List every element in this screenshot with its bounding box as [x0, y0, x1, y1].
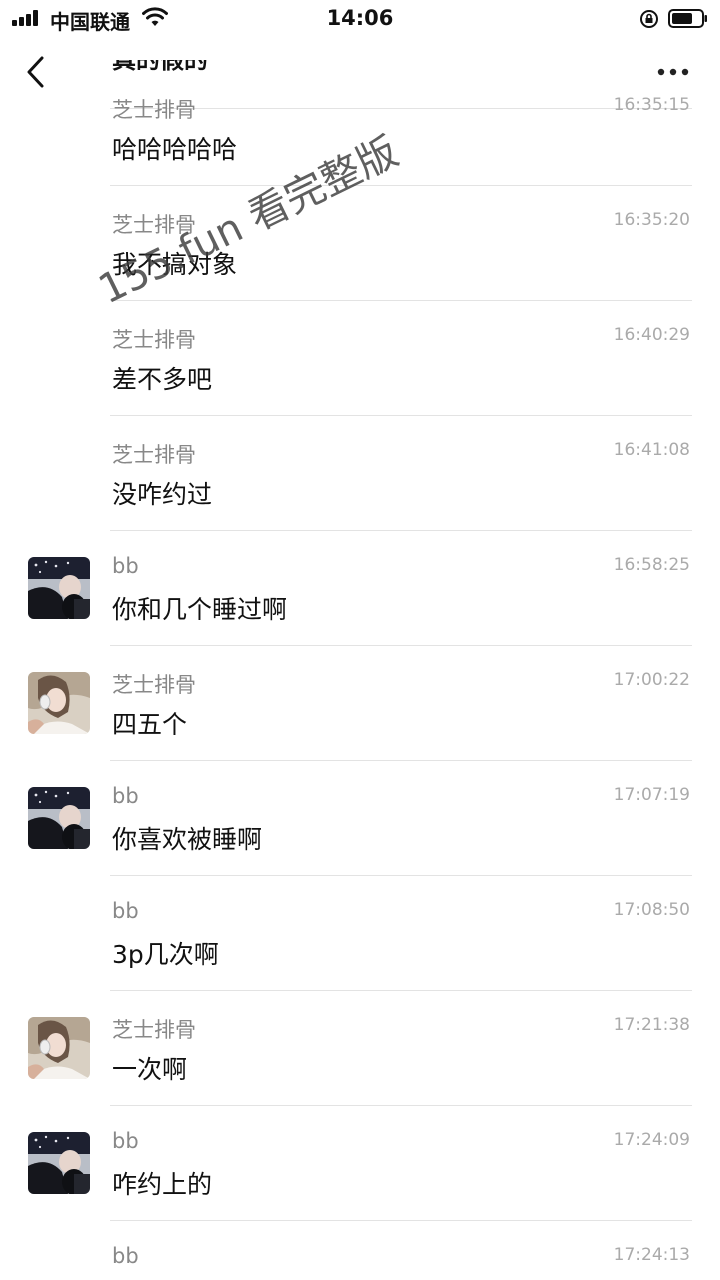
message-time: 16:58:25 [613, 555, 690, 575]
message-text: 哈哈哈哈哈 [112, 135, 238, 164]
message-time: 17:24:09 [613, 1130, 690, 1150]
message-item[interactable]: bb 17:07:19 你喜欢被睡啊 [0, 761, 720, 876]
message-text: 没咋约过 [112, 480, 213, 509]
message-text: 咋约上的 [112, 1170, 213, 1199]
sender-name: bb [112, 554, 139, 578]
sender-name: bb [112, 899, 139, 923]
message-list: 芝士排骨 16:35:15 哈哈哈哈哈 芝士排骨 16:35:20 我不搞对象 芝士排骨 16… [0, 71, 720, 1280]
message-text: 你喜欢被睡啊 [112, 825, 263, 854]
message-text: 差不多吧 [112, 365, 213, 394]
sender-name: 芝士排骨 [112, 98, 196, 122]
message-time: 17:24:13 [613, 1245, 690, 1265]
message-item[interactable]: bb 17:24:09 咋约上的 [0, 1106, 720, 1221]
message-time: 16:41:08 [613, 440, 690, 460]
message-time: 17:00:22 [613, 670, 690, 690]
message-text: 3p几次啊 [112, 940, 219, 969]
message-item[interactable]: 芝士排骨 16:35:15 哈哈哈哈哈 [0, 71, 720, 186]
message-time: 17:08:50 [613, 900, 690, 920]
message-text: 一次啊 [112, 1055, 188, 1084]
sender-name: bb [112, 1244, 139, 1268]
status-time: 14:06 [326, 6, 394, 30]
sender-name: bb [112, 784, 139, 808]
avatar[interactable] [28, 557, 90, 619]
message-item[interactable]: 芝士排骨 17:21:38 一次啊 [0, 991, 720, 1106]
avatar[interactable] [28, 1017, 90, 1079]
sender-name: bb [112, 1129, 139, 1153]
sender-name: 芝士排骨 [112, 328, 196, 352]
message-time: 16:40:29 [613, 325, 690, 345]
avatar[interactable] [28, 787, 90, 849]
sender-name: 芝士排骨 [112, 673, 196, 697]
message-item[interactable]: 芝士排骨 16:40:29 差不多吧 [0, 301, 720, 416]
message-item[interactable]: bb 17:24:13 [0, 1221, 720, 1280]
avatar[interactable] [28, 672, 90, 734]
battery-icon [668, 9, 707, 28]
message-item[interactable]: bb 17:08:50 3p几次啊 [0, 876, 720, 991]
avatar[interactable] [28, 1132, 90, 1194]
message-time: 16:35:15 [613, 95, 690, 115]
sender-name: 芝士排骨 [112, 213, 196, 237]
status-bar: 中国联通 14:06 [0, 0, 720, 38]
message-item[interactable]: bb 16:58:25 你和几个睡过啊 [0, 531, 720, 646]
message-item[interactable]: 芝士排骨 16:35:20 我不搞对象 [0, 186, 720, 301]
message-text: 我不搞对象 [112, 250, 238, 279]
rotation-lock-icon [640, 10, 658, 28]
message-item[interactable]: 芝士排骨 17:00:22 四五个 [0, 646, 720, 761]
message-text: 四五个 [112, 710, 188, 739]
message-time: 17:07:19 [613, 785, 690, 805]
sender-name: 芝士排骨 [112, 1018, 196, 1042]
sender-name: 芝士排骨 [112, 443, 196, 467]
message-item[interactable]: 芝士排骨 16:41:08 没咋约过 [0, 416, 720, 531]
message-time: 17:21:38 [613, 1015, 690, 1035]
message-text: 你和几个睡过啊 [112, 595, 288, 624]
message-time: 16:35:20 [613, 210, 690, 230]
